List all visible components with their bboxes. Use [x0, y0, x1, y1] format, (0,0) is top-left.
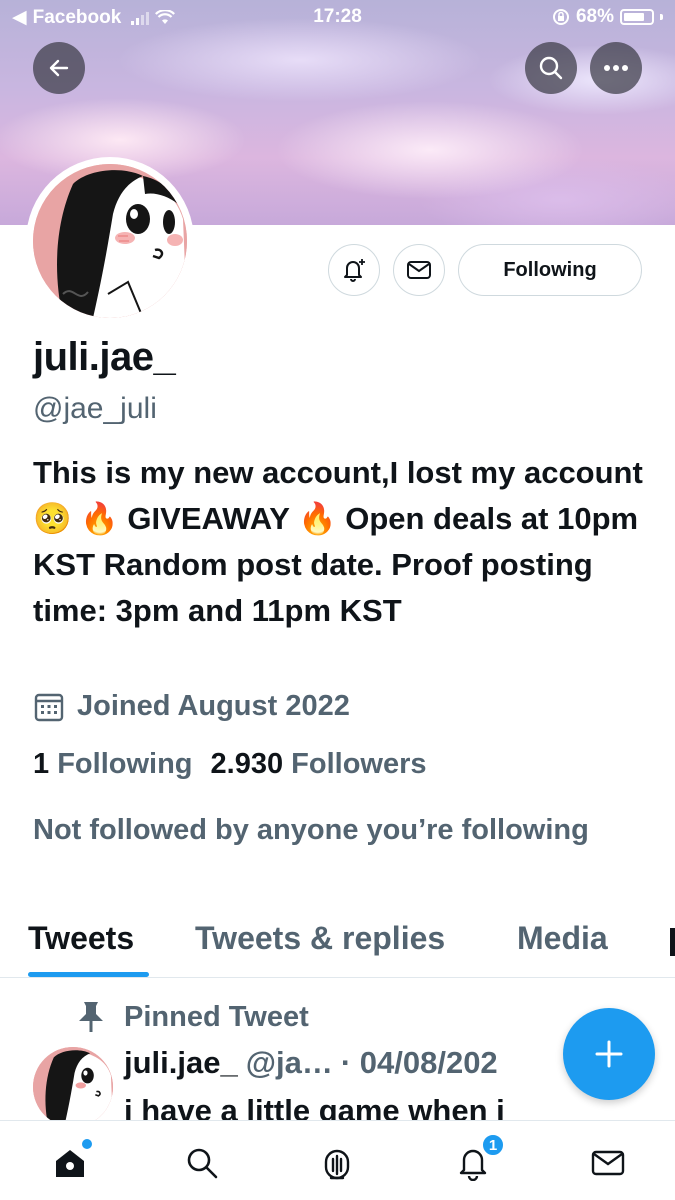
envelope-icon	[591, 1150, 625, 1176]
battery-nub	[660, 14, 663, 20]
pinned-label-text: Pinned Tweet	[124, 1000, 309, 1033]
following-count: 1	[33, 748, 50, 780]
profile-tabs: Tweets Tweets & replies Media	[0, 920, 675, 978]
tweet-avatar-illustration	[33, 1047, 113, 1127]
profile-avatar[interactable]	[26, 157, 194, 325]
avatar-illustration	[33, 164, 187, 318]
followers-stat[interactable]: 2.930 Followers	[211, 748, 427, 781]
rotation-lock-icon	[552, 9, 569, 25]
tweet-author-avatar[interactable]	[33, 1047, 113, 1127]
tweet-text[interactable]: i have a little game when i	[124, 1093, 505, 1120]
notifications-badge: 1	[481, 1133, 505, 1157]
pinned-tweet-label: Pinned Tweet	[76, 1000, 309, 1034]
back-button[interactable]	[33, 42, 85, 94]
tweet-author-name[interactable]: juli.jae_	[124, 1045, 238, 1081]
calendar-icon	[34, 693, 64, 721]
tweet-author-handle: @ja…	[245, 1045, 333, 1080]
microphone-icon	[324, 1149, 350, 1180]
search-button[interactable]	[525, 42, 577, 94]
back-arrow-icon	[49, 59, 69, 77]
tab-tweets-replies[interactable]: Tweets & replies	[195, 920, 445, 957]
nav-notifications[interactable]: 1	[449, 1133, 505, 1187]
active-tab-indicator	[28, 972, 149, 977]
pin-icon	[79, 1002, 103, 1032]
following-stat[interactable]: 1 Following	[33, 748, 193, 781]
message-button[interactable]	[393, 244, 445, 296]
joined-date: Joined August 2022	[33, 690, 350, 723]
search-icon	[539, 56, 563, 80]
followers-count: 2.930	[210, 748, 284, 780]
display-name: juli.jae_	[33, 335, 176, 379]
home-icon	[56, 1150, 84, 1177]
tab-overflow-hint	[670, 928, 675, 956]
status-right: 68%	[552, 6, 663, 28]
avatar-image	[33, 164, 187, 318]
tweet-header: juli.jae_ @ja… · 04/08/202	[124, 1045, 498, 1081]
follow-stats: 1 Following 2.930 Followers	[33, 748, 427, 781]
nav-home[interactable]	[46, 1139, 94, 1187]
nav-messages[interactable]	[584, 1139, 632, 1187]
nav-spaces[interactable]	[313, 1139, 361, 1187]
following-label: Following	[57, 748, 193, 780]
status-bar: ◀ Facebook 17:28 68%	[0, 0, 675, 36]
nav-explore[interactable]	[178, 1139, 226, 1187]
tweet-date: · 04/08/202	[340, 1045, 498, 1080]
following-button[interactable]: Following	[458, 244, 642, 296]
plus-icon	[595, 1040, 623, 1068]
battery-icon	[620, 9, 654, 25]
search-icon	[187, 1148, 218, 1179]
envelope-icon	[407, 261, 431, 279]
profile-bio: This is my new account,I lost my account…	[33, 455, 643, 628]
bottom-navigation: 1	[0, 1120, 675, 1200]
joined-label: Joined August 2022	[77, 690, 350, 722]
more-icon	[604, 65, 628, 71]
user-handle: @jae_juli	[33, 392, 157, 425]
compose-tweet-button[interactable]	[563, 1008, 655, 1100]
home-new-dot	[82, 1139, 92, 1149]
bell-plus-icon	[344, 259, 365, 282]
notify-button[interactable]	[328, 244, 380, 296]
mutual-followers-note: Not followed by anyone you’re following	[33, 814, 589, 846]
more-button[interactable]	[590, 42, 642, 94]
battery-percent: 68%	[575, 6, 614, 27]
tab-media[interactable]: Media	[517, 920, 608, 957]
tab-tweets[interactable]: Tweets	[28, 920, 134, 957]
followers-label: Followers	[291, 748, 427, 780]
